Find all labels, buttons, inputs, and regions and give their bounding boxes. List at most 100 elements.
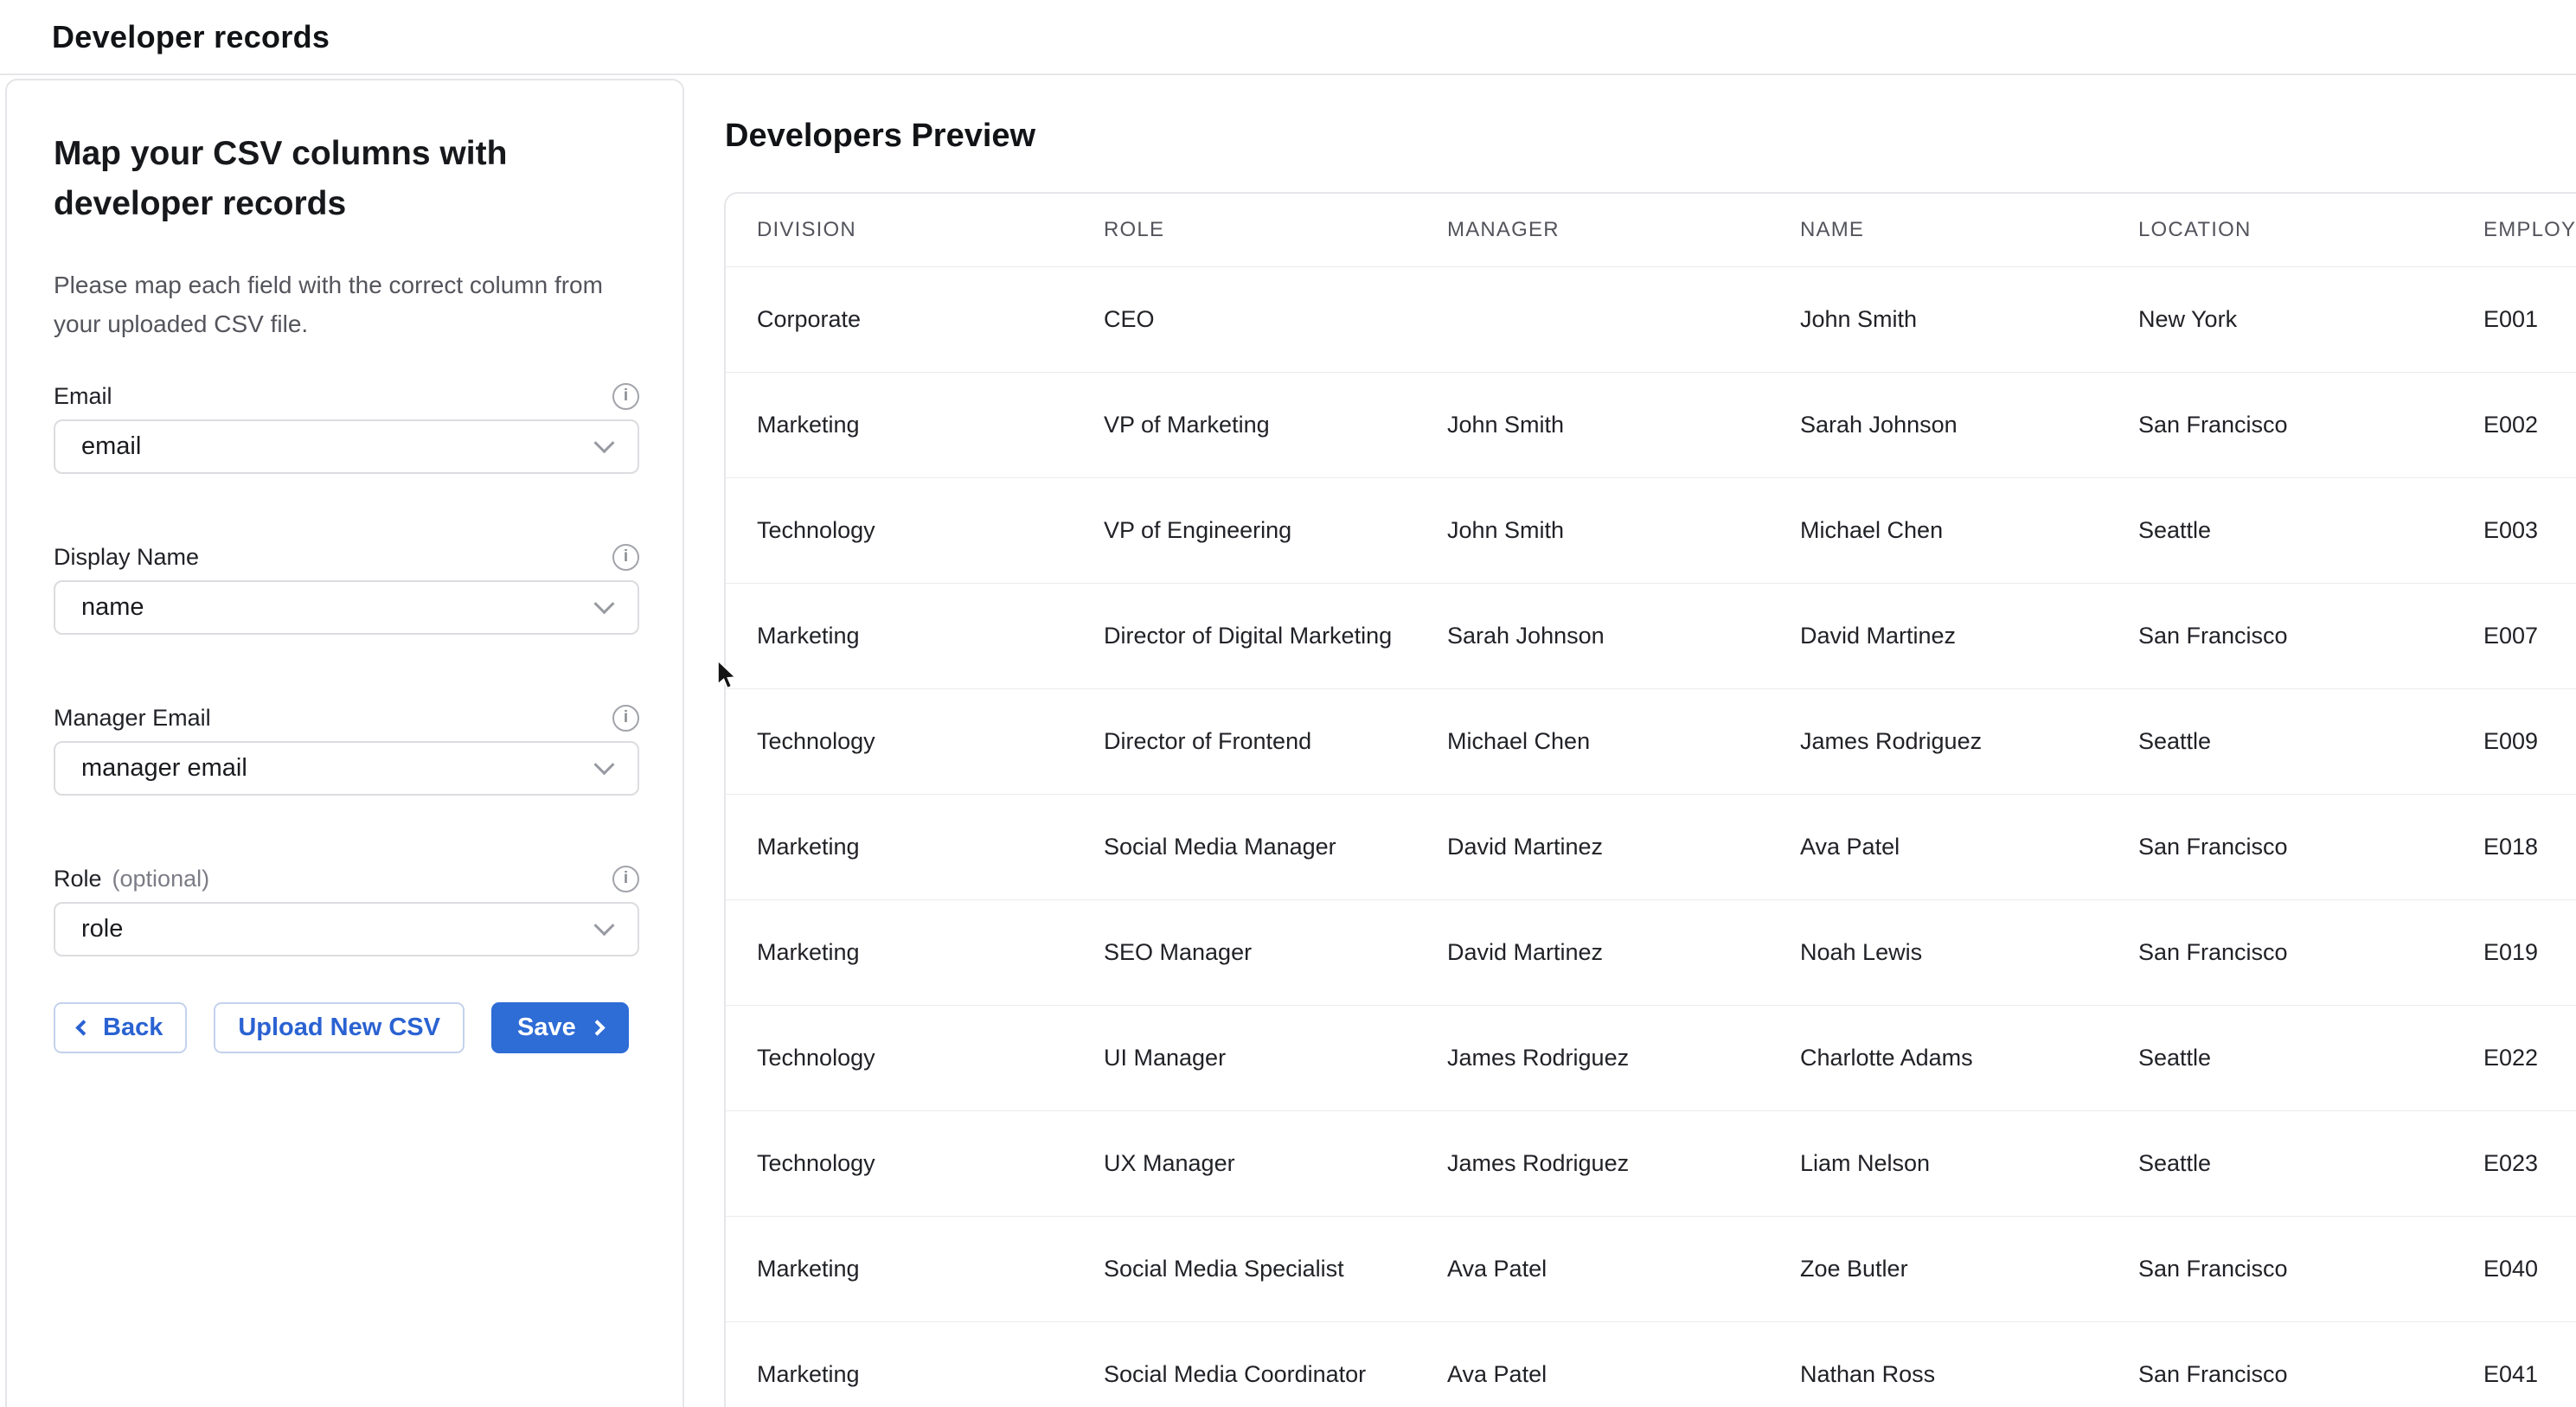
column-header: DIVISION (757, 218, 1104, 242)
table-cell: VP of Engineering (1104, 517, 1447, 544)
field-label-row: Role (optional) i (54, 864, 639, 893)
field-label: Email (54, 381, 112, 411)
table-row: TechnologyUI ManagerJames RodriguezCharl… (726, 1005, 2576, 1110)
back-button-label: Back (103, 1014, 163, 1042)
chevron-right-icon (589, 1020, 605, 1035)
table-cell: E023 (2483, 1150, 2576, 1177)
mapping-actions: Back Upload New CSV Save (54, 1002, 629, 1053)
table-cell: David Martinez (1447, 834, 1800, 860)
mouse-cursor (716, 660, 739, 691)
table-cell: San Francisco (2138, 623, 2483, 649)
table-cell: Ava Patel (1447, 1361, 1800, 1388)
table-cell: Zoe Butler (1800, 1256, 2138, 1282)
table-cell: San Francisco (2138, 1361, 2483, 1388)
field-label-row: Manager Email i (54, 703, 639, 732)
table-cell: Director of Frontend (1104, 728, 1447, 755)
table-cell: Marketing (757, 412, 1104, 438)
info-icon[interactable]: i (612, 383, 639, 410)
table-row: TechnologyUX ManagerJames RodriguezLiam … (726, 1110, 2576, 1216)
table-header-row: DIVISIONROLEMANAGERNAMELOCATIONEMPLOYEE … (726, 194, 2576, 266)
table-cell: E022 (2483, 1045, 2576, 1071)
top-bar: Developer records (0, 0, 2576, 75)
field-label: Display Name (54, 542, 199, 572)
table-cell: E001 (2483, 306, 2576, 333)
info-icon[interactable]: i (612, 866, 639, 892)
table-cell: E002 (2483, 412, 2576, 438)
table-cell: John Smith (1447, 412, 1800, 438)
table-cell: Marketing (757, 1256, 1104, 1282)
table-cell: E018 (2483, 834, 2576, 860)
upload-new-csv-button[interactable]: Upload New CSV (214, 1002, 465, 1053)
table-cell: Liam Nelson (1800, 1150, 2138, 1177)
table-cell: Ava Patel (1800, 834, 2138, 860)
table-cell: Social Media Specialist (1104, 1256, 1447, 1282)
table-row: MarketingSEO ManagerDavid MartinezNoah L… (726, 899, 2576, 1005)
field-label: Manager Email (54, 703, 211, 732)
column-select[interactable]: name (54, 580, 639, 635)
table-cell: Technology (757, 1045, 1104, 1071)
table-cell: Seattle (2138, 1045, 2483, 1071)
table-cell: Noah Lewis (1800, 939, 2138, 966)
page-title: Developer records (52, 19, 330, 55)
table-cell: Marketing (757, 834, 1104, 860)
table-cell: E007 (2483, 623, 2576, 649)
field-label: Role (54, 864, 102, 893)
table-cell: E003 (2483, 517, 2576, 544)
table-cell: Sarah Johnson (1447, 623, 1800, 649)
field-label-row: Email i (54, 381, 639, 411)
table-row: TechnologyVP of EngineeringJohn SmithMic… (726, 477, 2576, 583)
table-cell: Michael Chen (1447, 728, 1800, 755)
column-select[interactable]: email (54, 419, 639, 474)
column-select[interactable]: manager email (54, 741, 639, 796)
mapping-fields: Email i email Display Name i name Manage… (54, 381, 639, 1025)
table-cell: John Smith (1447, 517, 1800, 544)
table-cell: Social Media Coordinator (1104, 1361, 1447, 1388)
table-cell: James Rodriguez (1447, 1045, 1800, 1071)
table-cell: San Francisco (2138, 1256, 2483, 1282)
back-button[interactable]: Back (54, 1002, 187, 1053)
table-cell: Nathan Ross (1800, 1361, 2138, 1388)
table-row: MarketingSocial Media SpecialistAva Pate… (726, 1216, 2576, 1321)
column-select-value: email (81, 432, 141, 461)
table-cell: E019 (2483, 939, 2576, 966)
info-icon[interactable]: i (612, 705, 639, 732)
developers-preview-table: DIVISIONROLEMANAGERNAMELOCATIONEMPLOYEE … (724, 192, 2576, 1407)
column-select-value: manager email (81, 754, 247, 783)
info-icon[interactable]: i (612, 544, 639, 571)
mapping-field: Email i email (54, 381, 639, 474)
table-cell: Technology (757, 728, 1104, 755)
table-cell: Social Media Manager (1104, 834, 1447, 860)
table-cell: E009 (2483, 728, 2576, 755)
mapping-field: Display Name i name (54, 542, 639, 635)
csv-mapping-panel: Map your CSV columns with developer reco… (5, 79, 684, 1407)
table-cell: Ava Patel (1447, 1256, 1800, 1282)
save-button-label: Save (517, 1014, 576, 1042)
mapping-field: Role (optional) i role (54, 864, 639, 956)
column-header: LOCATION (2138, 218, 2483, 242)
column-header: EMPLOYEE ID (2483, 218, 2576, 242)
table-cell: Marketing (757, 939, 1104, 966)
table-cell: John Smith (1800, 306, 2138, 333)
table-cell: San Francisco (2138, 834, 2483, 860)
table-row: TechnologyDirector of FrontendMichael Ch… (726, 688, 2576, 794)
mapping-panel-heading: Map your CSV columns with developer reco… (54, 129, 573, 229)
chevron-down-icon (593, 915, 614, 936)
table-cell: Technology (757, 1150, 1104, 1177)
table-cell: Michael Chen (1800, 517, 2138, 544)
upload-button-label: Upload New CSV (238, 1014, 440, 1042)
table-cell: Technology (757, 517, 1104, 544)
mapping-panel-description: Please map each field with the correct c… (54, 265, 614, 343)
table-cell: VP of Marketing (1104, 412, 1447, 438)
table-cell: Corporate (757, 306, 1104, 333)
table-cell: San Francisco (2138, 412, 2483, 438)
table-cell: Seattle (2138, 728, 2483, 755)
chevron-down-icon (593, 593, 614, 614)
table-row: MarketingDirector of Digital MarketingSa… (726, 583, 2576, 688)
column-select[interactable]: role (54, 902, 639, 956)
save-button[interactable]: Save (491, 1002, 629, 1053)
field-label-row: Display Name i (54, 542, 639, 572)
table-row: CorporateCEOJohn SmithNew YorkE001 (726, 266, 2576, 372)
table-cell: SEO Manager (1104, 939, 1447, 966)
table-cell: Seattle (2138, 1150, 2483, 1177)
table-row: MarketingVP of MarketingJohn SmithSarah … (726, 372, 2576, 477)
